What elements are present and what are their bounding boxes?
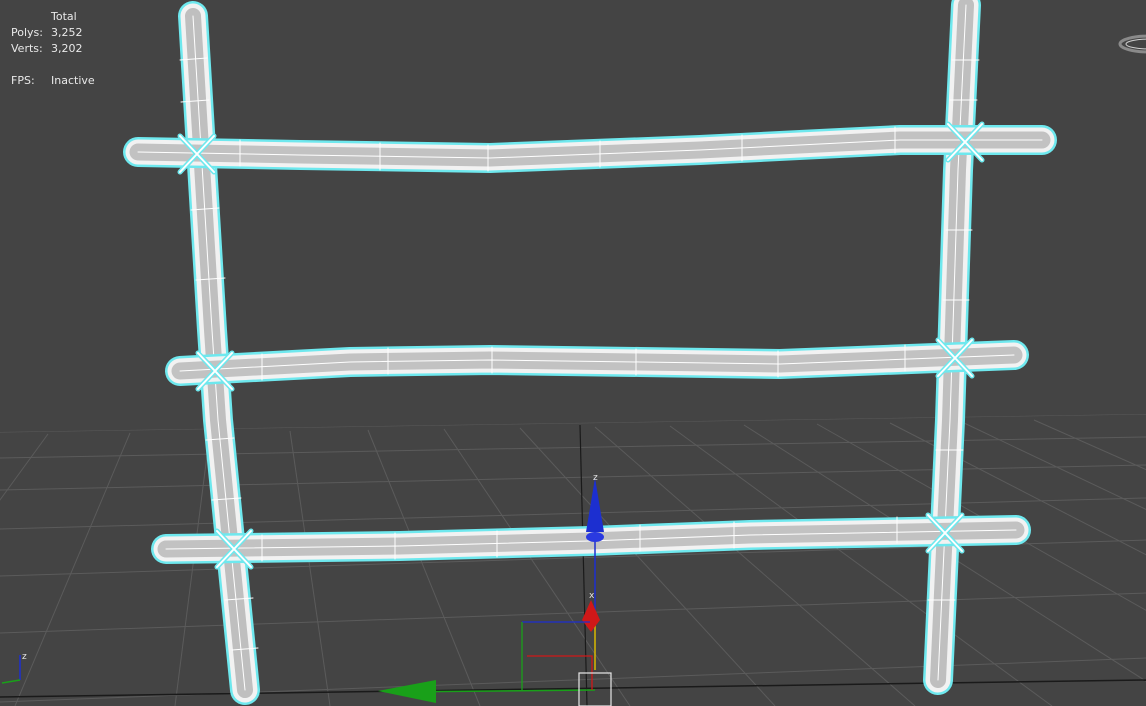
fps-label: FPS: <box>11 74 35 87</box>
scene-canvas[interactable]: x z z <box>0 0 1146 706</box>
tripod-z-letter: z <box>22 652 27 662</box>
stats-header: Total <box>51 10 77 23</box>
transform-gizmo-icon[interactable]: x z <box>378 473 612 706</box>
world-z-axis-line <box>579 424 588 706</box>
top-rail[interactable] <box>123 125 1057 173</box>
gizmo-z-letter: z <box>593 473 598 483</box>
verts-value: 3,202 <box>51 42 83 55</box>
gizmo-x-letter: x <box>589 591 595 601</box>
viewport-statistics: Total Polys: 3,252 Verts: 3,202 FPS: Ina… <box>11 9 95 89</box>
gizmo-z-cone[interactable] <box>586 478 604 532</box>
middle-rail[interactable] <box>165 340 1029 386</box>
viewcube-icon[interactable] <box>1118 34 1146 54</box>
gizmo-z-cone-base <box>586 532 604 542</box>
world-axis-line <box>0 679 1146 698</box>
fps-value: Inactive <box>51 74 95 87</box>
polys-label: Polys: <box>11 26 43 39</box>
polys-value: 3,252 <box>51 26 83 39</box>
verts-label: Verts: <box>11 42 43 55</box>
perspective-viewport[interactable]: x z z Total Polys: 3,252 Verts: 3,202 FP… <box>0 0 1146 706</box>
gizmo-y-cone[interactable] <box>378 680 436 703</box>
fence-model[interactable] <box>123 0 1057 705</box>
axis-tripod-icon: z <box>1 652 27 684</box>
